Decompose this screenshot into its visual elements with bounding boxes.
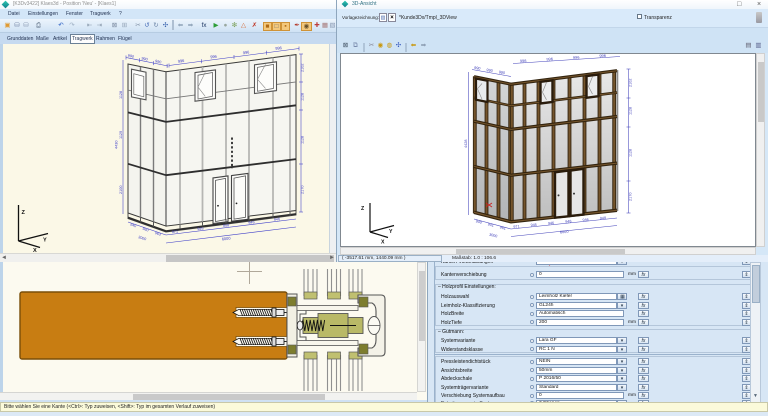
- svg-text:971: 971: [172, 230, 179, 235]
- svg-text:941: 941: [487, 222, 494, 227]
- svg-text:1128: 1128: [629, 107, 633, 115]
- svg-text:6000: 6000: [222, 235, 232, 241]
- svg-text:948: 948: [248, 220, 255, 225]
- svg-text:971: 971: [513, 224, 519, 229]
- svg-text:X: X: [381, 240, 385, 246]
- svg-text:2102: 2102: [301, 64, 305, 72]
- svg-text:Y: Y: [389, 229, 393, 235]
- svg-text:946: 946: [274, 217, 281, 222]
- svg-text:960: 960: [142, 227, 149, 233]
- svg-text:996: 996: [275, 45, 282, 51]
- svg-text:946: 946: [197, 226, 204, 231]
- svg-text:948: 948: [600, 216, 606, 221]
- svg-text:Z: Z: [361, 206, 365, 212]
- svg-text:940: 940: [130, 223, 137, 229]
- svg-text:961: 961: [499, 225, 506, 230]
- svg-text:996: 996: [546, 56, 553, 61]
- svg-text:1128: 1128: [629, 149, 633, 157]
- svg-text:2102: 2102: [629, 79, 633, 87]
- svg-text:Y: Y: [43, 238, 47, 244]
- svg-text:4428: 4428: [464, 140, 468, 148]
- svg-text:948: 948: [565, 219, 571, 224]
- svg-text:940: 940: [475, 219, 482, 224]
- svg-text:1128: 1128: [301, 136, 305, 144]
- svg-text:3000: 3000: [489, 233, 498, 239]
- svg-text:996: 996: [210, 54, 217, 60]
- svg-text:Z: Z: [22, 210, 26, 216]
- svg-text:963: 963: [154, 231, 161, 237]
- svg-text:996: 996: [520, 58, 527, 63]
- svg-text:2170: 2170: [629, 193, 633, 201]
- svg-text:946: 946: [548, 221, 554, 226]
- svg-text:4430: 4430: [115, 141, 119, 149]
- svg-text:1128: 1128: [301, 93, 305, 101]
- svg-text:2100: 2100: [119, 186, 123, 194]
- svg-text:3000: 3000: [138, 235, 147, 241]
- svg-text:1128: 1128: [119, 91, 123, 99]
- svg-text:945: 945: [531, 223, 537, 228]
- svg-text:948: 948: [223, 223, 230, 228]
- svg-text:996: 996: [177, 58, 184, 64]
- svg-text:996: 996: [242, 49, 249, 55]
- svg-text:996: 996: [599, 53, 606, 58]
- svg-text:946: 946: [582, 218, 588, 223]
- svg-text:1129: 1129: [119, 131, 123, 139]
- svg-text:6000: 6000: [560, 229, 570, 235]
- svg-text:996: 996: [573, 55, 580, 60]
- svg-text:2170: 2170: [301, 186, 305, 194]
